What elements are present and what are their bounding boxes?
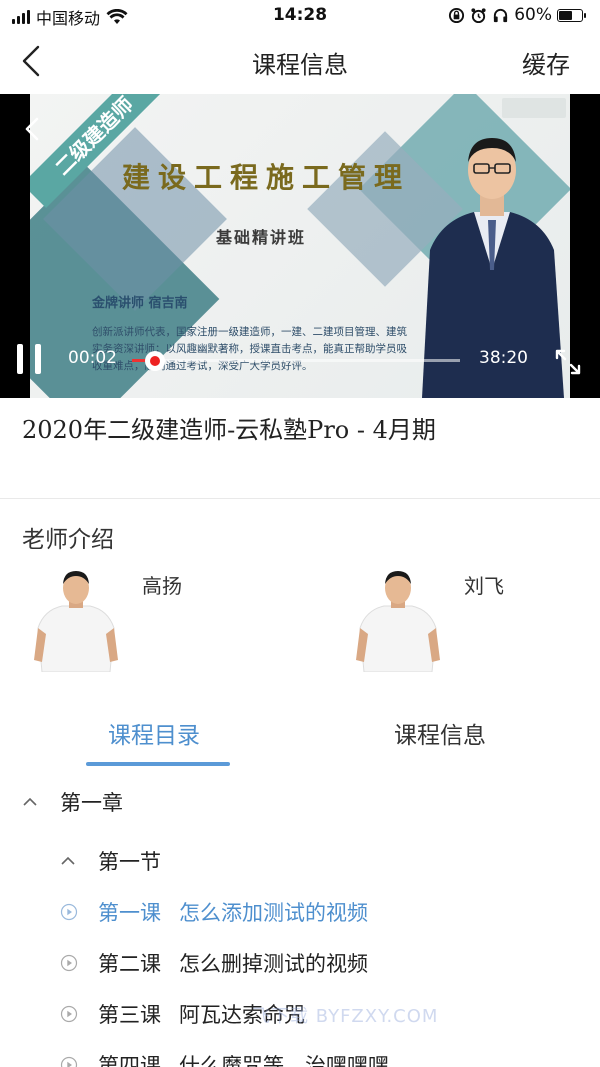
chapter-title: 第一章 [60,791,123,815]
progress-bar[interactable] [132,351,460,371]
nav-bar: 课程信息 缓存 [0,30,600,92]
slide-subtitle: 基础精讲班 [216,228,307,247]
status-right: 60% [448,5,586,25]
tab-indicator [86,762,230,766]
tab-bar: 课程目录 课程信息 [0,708,600,768]
battery-percent: 60% [514,5,552,25]
teachers-section-title: 老师介绍 [22,527,114,553]
lesson-title: 怎么删掉测试的视频 [179,952,368,976]
alarm-icon [471,7,486,23]
rotation-lock-icon [449,7,465,23]
lesson-number: 第三课 [98,1003,161,1027]
pause-button[interactable] [15,344,43,374]
lesson-number: 第一课 [98,901,161,925]
watermark: 飞下载 BYFZXY.COM [252,1006,439,1027]
slide-teacher: 金牌讲师 宿吉南 [92,296,188,311]
chapter-row[interactable]: 第一章 [0,782,600,822]
lesson-row[interactable]: 第一课 怎么添加测试的视频 [0,892,600,932]
teacher-name: 刘飞 [464,574,504,598]
lesson-row[interactable]: 第四课 什么魔咒等，治嘿嘿嘿 [0,1045,600,1067]
lesson-title: 什么魔咒等，治嘿嘿嘿 [179,1054,389,1067]
video-back-icon[interactable] [22,116,42,142]
video-player[interactable]: 二级建造师 建设工程施工管理 基础精讲班 金牌讲师 宿吉南 创新派讲师代表，国家… [0,94,600,398]
page-title: 课程信息 [252,51,348,79]
teacher-card[interactable]: 高扬 [34,566,234,676]
progress-knob[interactable] [144,351,165,371]
tab-catalog[interactable]: 课程目录 [108,716,200,750]
total-time: 38:20 [479,348,528,368]
tab-course-info[interactable]: 课程信息 [394,716,486,750]
lesson-title: 怎么添加测试的视频 [179,901,368,925]
brand-logo [502,98,566,118]
play-circle-icon [60,954,78,972]
chevron-up-icon [61,856,75,865]
play-circle-icon [60,1056,78,1067]
play-circle-icon [60,1005,78,1023]
current-time: 00:02 [68,348,117,368]
course-title: 2020年二级建造师-云私塾Pro - 4月期 [22,416,436,444]
headphones-icon [494,8,508,22]
slide-title: 建设工程施工管理 [122,161,411,194]
lesson-number: 第四课 [98,1054,161,1067]
section-title: 第一节 [98,850,161,874]
divider [0,498,600,499]
slide-description: 创新派讲师代表，国家注册一级建造师，一建、二建项目管理、建筑实务资深讲师；以风趣… [92,326,407,372]
lesson-number: 第二课 [98,952,161,976]
teacher-avatar [356,571,440,672]
cache-button[interactable]: 缓存 [522,45,570,80]
fullscreen-icon[interactable] [554,348,582,376]
play-circle-icon [60,903,78,921]
section-row[interactable]: 第一节 [0,841,600,881]
teacher-avatar [34,571,118,672]
teacher-name: 高扬 [142,574,182,598]
lesson-row[interactable]: 第二课 怎么删掉测试的视频 [0,943,600,983]
chevron-up-icon [23,797,37,806]
status-bar: 中国移动 14:28 60% [0,0,600,30]
teacher-card[interactable]: 刘飞 [356,566,556,676]
battery-icon [557,8,586,22]
